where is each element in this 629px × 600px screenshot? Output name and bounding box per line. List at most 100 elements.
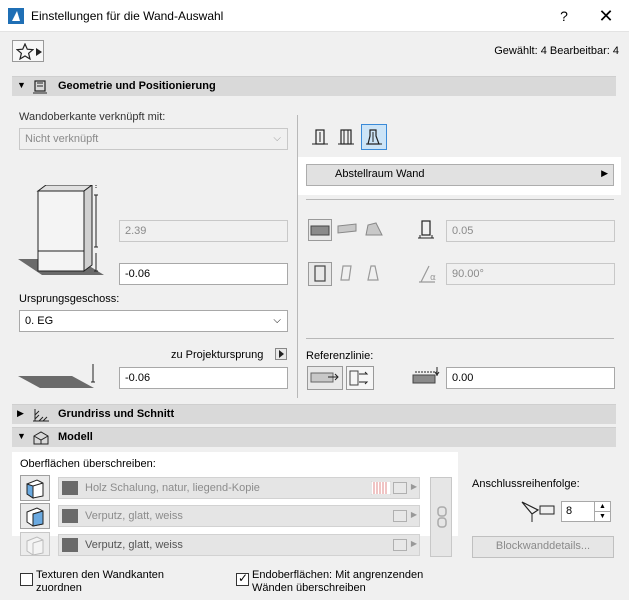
- surface-swatch: [62, 509, 78, 523]
- block-wall-details-button[interactable]: Blockwanddetails...: [472, 536, 614, 558]
- model-section-icon: [33, 431, 49, 445]
- connection-order-stepper[interactable]: 8 ▲ ▼: [561, 501, 611, 522]
- wall-angle-input[interactable]: 90.00°: [446, 263, 615, 285]
- connection-order-value: 8: [566, 505, 573, 517]
- wall-type-profiled-button[interactable]: [361, 124, 387, 150]
- divider-line: [306, 199, 614, 200]
- project-zero-input[interactable]: -0.06: [119, 367, 288, 389]
- section-label: Grundriss und Schnitt: [58, 408, 175, 420]
- profile-label: Abstellraum Wand: [335, 168, 425, 180]
- wall-geometry-slanted-icon: [340, 265, 352, 281]
- wall-surface-edge-icon: [26, 536, 44, 556]
- window-title: Einstellungen für die Wand-Auswahl: [31, 9, 224, 23]
- wood-texture-icon: [371, 481, 391, 495]
- wall-composite-icon: [337, 223, 357, 234]
- wall-geometry-double-slanted-button[interactable]: [362, 262, 386, 286]
- wall-angle-icon: α: [419, 265, 436, 283]
- home-story-dropdown[interactable]: 0. EG ⌵: [19, 310, 288, 332]
- top-linked-label: Wandoberkante verknüpft mit:: [19, 111, 166, 123]
- surface-name: Verputz, glatt, weiss: [85, 510, 183, 522]
- triangle-right-icon: ▶: [410, 510, 417, 519]
- geometry-section-icon: [33, 80, 47, 94]
- textures-edge-checkbox[interactable]: [20, 573, 33, 586]
- wall-type-straight-button[interactable]: [309, 126, 331, 148]
- wall-structure-profile-button[interactable]: [362, 219, 386, 241]
- wall-profile-structure-icon: [365, 222, 383, 236]
- wall-structure-composite-button[interactable]: [336, 219, 360, 241]
- surface-override-toggle-3[interactable]: [20, 532, 50, 556]
- bottom-offset-input[interactable]: -0.06: [119, 263, 288, 285]
- archicad-app-icon: [8, 8, 24, 24]
- surface-selector-1[interactable]: Holz Schalung, natur, liegend-Kopie ▶: [58, 477, 420, 499]
- favorites-button[interactable]: [12, 40, 44, 62]
- end-surfaces-label-line1: Endoberflächen: Mit angrenzenden: [252, 569, 424, 581]
- reference-line-button[interactable]: [307, 366, 343, 390]
- surface-override-toggle-2[interactable]: [20, 503, 50, 529]
- divider-line: [306, 338, 614, 339]
- connection-order-icon: [521, 501, 555, 522]
- triangle-down-icon: ▼: [17, 431, 26, 441]
- triangle-down-icon: ▼: [17, 80, 26, 90]
- surface-selector-3[interactable]: Verputz, glatt, weiss ▶: [58, 534, 420, 556]
- chevron-right-icon: [36, 48, 42, 56]
- home-story-value: 0. EG: [25, 315, 54, 327]
- home-story-label: Ursprungsgeschoss:: [19, 293, 120, 305]
- wall-thickness-icon: [418, 220, 434, 239]
- link-surfaces-button[interactable]: [430, 477, 452, 557]
- surface-swatch: [62, 481, 78, 495]
- wall-surface-side-icon: [26, 479, 44, 499]
- help-button[interactable]: ?: [553, 6, 575, 26]
- top-linked-value: Nicht verknüpft: [25, 133, 99, 145]
- section-geometry[interactable]: ▼ Geometrie und Positionierung: [12, 76, 616, 96]
- wall-basic-structure-icon: [310, 225, 330, 236]
- triangle-right-icon: ▶: [410, 539, 417, 548]
- selection-count: Gewählt: 4 Bearbeitbar: 4: [494, 45, 619, 57]
- section-label: Geometrie und Positionierung: [58, 80, 216, 92]
- wall-thickness-input[interactable]: 0.05: [446, 220, 615, 242]
- wall-geometry-double-slanted-icon: [367, 265, 379, 281]
- wall-surface-side-icon: [26, 507, 44, 527]
- triangle-right-icon: ▶: [410, 482, 417, 491]
- wall-straight-icon: [312, 129, 328, 145]
- stepper-up-button[interactable]: ▲: [594, 502, 610, 512]
- reference-offset-input[interactable]: 0.00: [446, 367, 615, 389]
- wall-type-trapezoid-button[interactable]: [335, 126, 357, 148]
- wall-height-diagram-icon: [18, 185, 104, 275]
- close-button[interactable]: ✕: [594, 5, 618, 27]
- flip-reference-line-button[interactable]: [346, 366, 374, 390]
- wall-geometry-slanted-button[interactable]: [336, 262, 360, 286]
- reference-line-icon: [310, 372, 339, 383]
- end-surfaces-label: Endoberflächen: Mit angrenzenden Wänden …: [252, 569, 423, 595]
- wall-slanted-icon: [338, 129, 354, 145]
- textures-edge-label: Texturen den Wandkanten zuordnen: [36, 569, 164, 595]
- stepper-down-button[interactable]: ▼: [594, 512, 610, 521]
- wall-geometry-straight-icon: [314, 265, 326, 282]
- floorplan-section-icon: [33, 409, 49, 422]
- textures-edge-label-line1: Texturen den Wandkanten: [36, 569, 165, 581]
- surface-picker-icon: [393, 482, 407, 494]
- section-model[interactable]: ▼ Modell: [12, 427, 616, 447]
- section-label: Modell: [58, 431, 93, 443]
- surface-selector-2[interactable]: Verputz, glatt, weiss ▶: [58, 505, 420, 527]
- project-zero-diagram-icon: [18, 364, 95, 388]
- title-bar: Einstellungen für die Wand-Auswahl ? ✕: [0, 0, 629, 32]
- connection-order-label: Anschlussreihenfolge:: [472, 478, 580, 490]
- triangle-right-icon: [279, 350, 284, 358]
- surface-picker-icon: [393, 510, 407, 522]
- triangle-right-icon: ▶: [601, 168, 608, 178]
- star-icon: [16, 43, 34, 60]
- to-project-zero-toggle[interactable]: [275, 348, 287, 360]
- wall-structure-basic-button[interactable]: [308, 219, 332, 241]
- end-surfaces-label-line2: Wänden überschreiben: [252, 582, 366, 594]
- end-surfaces-checkbox[interactable]: [236, 571, 249, 586]
- wall-geometry-straight-button[interactable]: [308, 262, 332, 286]
- surface-name: Holz Schalung, natur, liegend-Kopie: [85, 482, 260, 494]
- profile-selector-button[interactable]: Abstellraum Wand ▶: [306, 164, 614, 186]
- surface-override-toggle-1[interactable]: [20, 475, 50, 501]
- wall-profiled-icon: [366, 129, 382, 145]
- section-floorplan[interactable]: ▶ Grundriss und Schnitt: [12, 404, 616, 424]
- surface-name: Verputz, glatt, weiss: [85, 539, 183, 551]
- wall-height-input[interactable]: 2.39: [119, 220, 288, 242]
- flip-direction-icon: [349, 370, 369, 386]
- top-linked-dropdown[interactable]: Nicht verknüpft ⌵: [19, 128, 288, 150]
